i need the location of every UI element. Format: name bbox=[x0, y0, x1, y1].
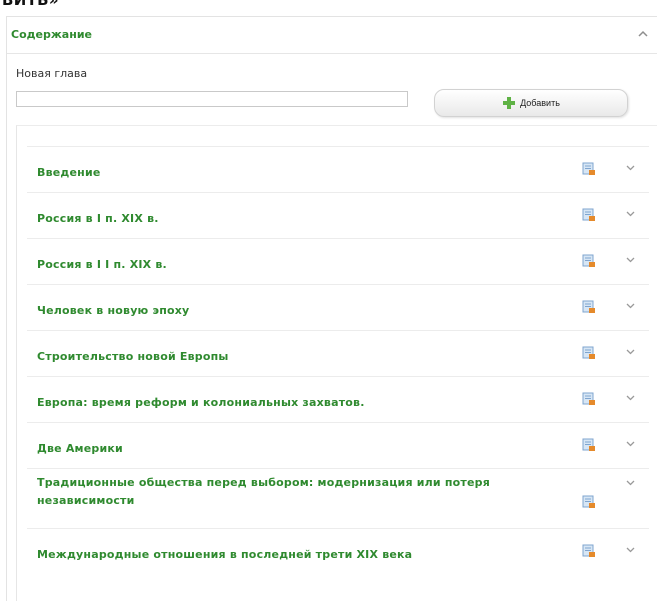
chevron-up-icon[interactable] bbox=[636, 27, 650, 41]
chapter-title[interactable]: Международные отношения в последней трет… bbox=[37, 546, 577, 564]
new-chapter-label: Новая глава bbox=[16, 67, 88, 80]
add-chapter-button[interactable]: Добавить bbox=[434, 89, 628, 117]
chevron-down-icon[interactable] bbox=[625, 300, 636, 311]
chapter-title[interactable]: Европа: время реформ и колониальных захв… bbox=[37, 394, 577, 412]
chapter-row[interactable]: Международные отношения в последней трет… bbox=[27, 528, 649, 574]
new-chapter-input[interactable] bbox=[16, 91, 408, 107]
top-title-fragment: ВИТЬ» bbox=[2, 0, 59, 9]
chapter-row[interactable]: Европа: время реформ и колониальных захв… bbox=[27, 376, 649, 422]
chapter-row[interactable]: Строительство новой Европы bbox=[27, 330, 649, 376]
document-edit-icon[interactable] bbox=[582, 254, 596, 268]
chapter-title[interactable]: Россия в I I п. XIX в. bbox=[37, 256, 577, 274]
chapter-row[interactable]: Традиционные общества перед выбором: мод… bbox=[27, 468, 649, 528]
document-edit-icon[interactable] bbox=[582, 544, 596, 558]
chapter-title[interactable]: Традиционные общества перед выбором: мод… bbox=[37, 474, 577, 510]
chevron-down-icon[interactable] bbox=[625, 254, 636, 265]
page: ВИТЬ» Содержание Новая глава Добавить Вв… bbox=[0, 0, 657, 601]
chevron-down-icon[interactable] bbox=[625, 477, 636, 488]
document-edit-icon[interactable] bbox=[582, 495, 596, 509]
chapter-title[interactable]: Россия в I п. XIX в. bbox=[37, 210, 577, 228]
document-edit-icon[interactable] bbox=[582, 392, 596, 406]
plus-icon bbox=[503, 97, 516, 109]
chevron-down-icon[interactable] bbox=[625, 162, 636, 173]
chapter-title[interactable]: Две Америки bbox=[37, 440, 577, 458]
document-edit-icon[interactable] bbox=[582, 300, 596, 314]
chevron-down-icon[interactable] bbox=[625, 346, 636, 357]
panel-header[interactable]: Содержание bbox=[7, 17, 657, 54]
contents-panel: Содержание Новая глава Добавить Введение bbox=[6, 16, 657, 601]
chapter-list-area: Введение Россия в I п. XIX в. Россия в I… bbox=[16, 125, 657, 601]
chapter-title[interactable]: Человек в новую эпоху bbox=[37, 302, 577, 320]
chevron-down-icon[interactable] bbox=[625, 208, 636, 219]
document-edit-icon[interactable] bbox=[582, 208, 596, 222]
chevron-down-icon[interactable] bbox=[625, 438, 636, 449]
add-button-label: Добавить bbox=[520, 98, 560, 108]
chapter-row[interactable]: Введение bbox=[27, 146, 649, 192]
document-edit-icon[interactable] bbox=[582, 438, 596, 452]
document-edit-icon[interactable] bbox=[582, 346, 596, 360]
chapter-list: Введение Россия в I п. XIX в. Россия в I… bbox=[27, 146, 649, 574]
chapter-row[interactable]: Человек в новую эпоху bbox=[27, 284, 649, 330]
chapter-row[interactable]: Россия в I I п. XIX в. bbox=[27, 238, 649, 284]
chapter-row[interactable]: Россия в I п. XIX в. bbox=[27, 192, 649, 238]
document-edit-icon[interactable] bbox=[582, 162, 596, 176]
panel-title: Содержание bbox=[11, 28, 92, 41]
chapter-title[interactable]: Введение bbox=[37, 164, 577, 182]
chapter-row[interactable]: Две Америки bbox=[27, 422, 649, 468]
chevron-down-icon[interactable] bbox=[625, 544, 636, 555]
chapter-title[interactable]: Строительство новой Европы bbox=[37, 348, 577, 366]
chevron-down-icon[interactable] bbox=[625, 392, 636, 403]
